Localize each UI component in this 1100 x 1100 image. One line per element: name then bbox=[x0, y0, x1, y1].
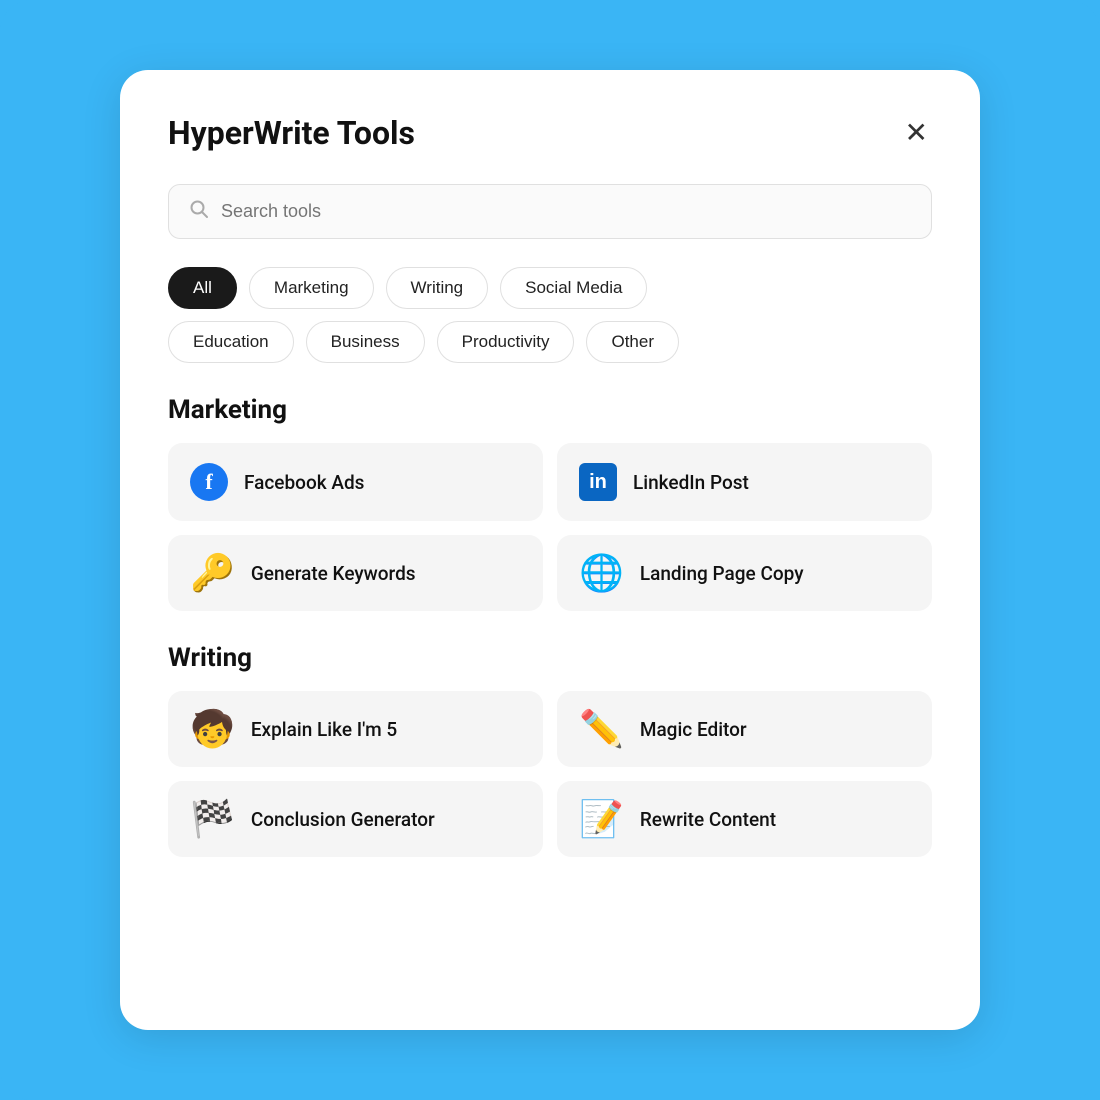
tool-linkedin-post-label: LinkedIn Post bbox=[633, 471, 749, 494]
globe-icon: 🌐 bbox=[579, 555, 624, 591]
filter-business[interactable]: Business bbox=[306, 321, 425, 363]
close-icon: ✕ bbox=[905, 117, 928, 148]
modal-container: HyperWrite Tools ✕ All Marketing Writing… bbox=[120, 70, 980, 1030]
child-icon: 🧒 bbox=[190, 711, 235, 747]
search-icon bbox=[189, 199, 209, 224]
tool-linkedin-post[interactable]: in LinkedIn Post bbox=[557, 443, 932, 521]
tool-generate-keywords[interactable]: 🔑 Generate Keywords bbox=[168, 535, 543, 611]
tool-explain-like-im-5-label: Explain Like I'm 5 bbox=[251, 718, 397, 741]
writing-tools-grid: 🧒 Explain Like I'm 5 ✏️ Magic Editor 🏁 C… bbox=[168, 691, 932, 857]
tool-conclusion-generator-label: Conclusion Generator bbox=[251, 808, 435, 831]
filter-all[interactable]: All bbox=[168, 267, 237, 309]
tool-landing-page-copy[interactable]: 🌐 Landing Page Copy bbox=[557, 535, 932, 611]
wand-icon: ✏️ bbox=[579, 711, 624, 747]
key-icon: 🔑 bbox=[190, 555, 235, 591]
filter-productivity[interactable]: Productivity bbox=[437, 321, 575, 363]
app-background: HyperWrite Tools ✕ All Marketing Writing… bbox=[0, 0, 1100, 1100]
tool-facebook-ads-label: Facebook Ads bbox=[244, 471, 364, 494]
marketing-tools-grid: f Facebook Ads in LinkedIn Post 🔑 Genera… bbox=[168, 443, 932, 611]
filter-row-2: Education Business Productivity Other bbox=[168, 321, 932, 363]
filter-social-media[interactable]: Social Media bbox=[500, 267, 647, 309]
tool-landing-page-copy-label: Landing Page Copy bbox=[640, 562, 804, 585]
filter-writing[interactable]: Writing bbox=[386, 267, 489, 309]
search-input[interactable] bbox=[221, 201, 911, 222]
tool-magic-editor-label: Magic Editor bbox=[640, 718, 747, 741]
filter-marketing[interactable]: Marketing bbox=[249, 267, 374, 309]
facebook-icon: f bbox=[190, 463, 228, 501]
modal-title: HyperWrite Tools bbox=[168, 114, 415, 152]
checkerboard-icon: 🏁 bbox=[190, 801, 235, 837]
modal-header: HyperWrite Tools ✕ bbox=[168, 114, 932, 152]
filter-education[interactable]: Education bbox=[168, 321, 294, 363]
tool-explain-like-im-5[interactable]: 🧒 Explain Like I'm 5 bbox=[168, 691, 543, 767]
memo-icon: 📝 bbox=[579, 801, 624, 837]
search-bar bbox=[168, 184, 932, 239]
filter-other[interactable]: Other bbox=[586, 321, 679, 363]
filter-row-1: All Marketing Writing Social Media bbox=[168, 267, 932, 309]
close-button[interactable]: ✕ bbox=[901, 115, 932, 151]
tool-conclusion-generator[interactable]: 🏁 Conclusion Generator bbox=[168, 781, 543, 857]
linkedin-icon: in bbox=[579, 463, 617, 501]
section-title-writing: Writing bbox=[168, 643, 932, 673]
tool-rewrite-content-label: Rewrite Content bbox=[640, 808, 776, 831]
tool-facebook-ads[interactable]: f Facebook Ads bbox=[168, 443, 543, 521]
tool-generate-keywords-label: Generate Keywords bbox=[251, 562, 416, 585]
section-title-marketing: Marketing bbox=[168, 395, 932, 425]
tool-rewrite-content[interactable]: 📝 Rewrite Content bbox=[557, 781, 932, 857]
tool-magic-editor[interactable]: ✏️ Magic Editor bbox=[557, 691, 932, 767]
